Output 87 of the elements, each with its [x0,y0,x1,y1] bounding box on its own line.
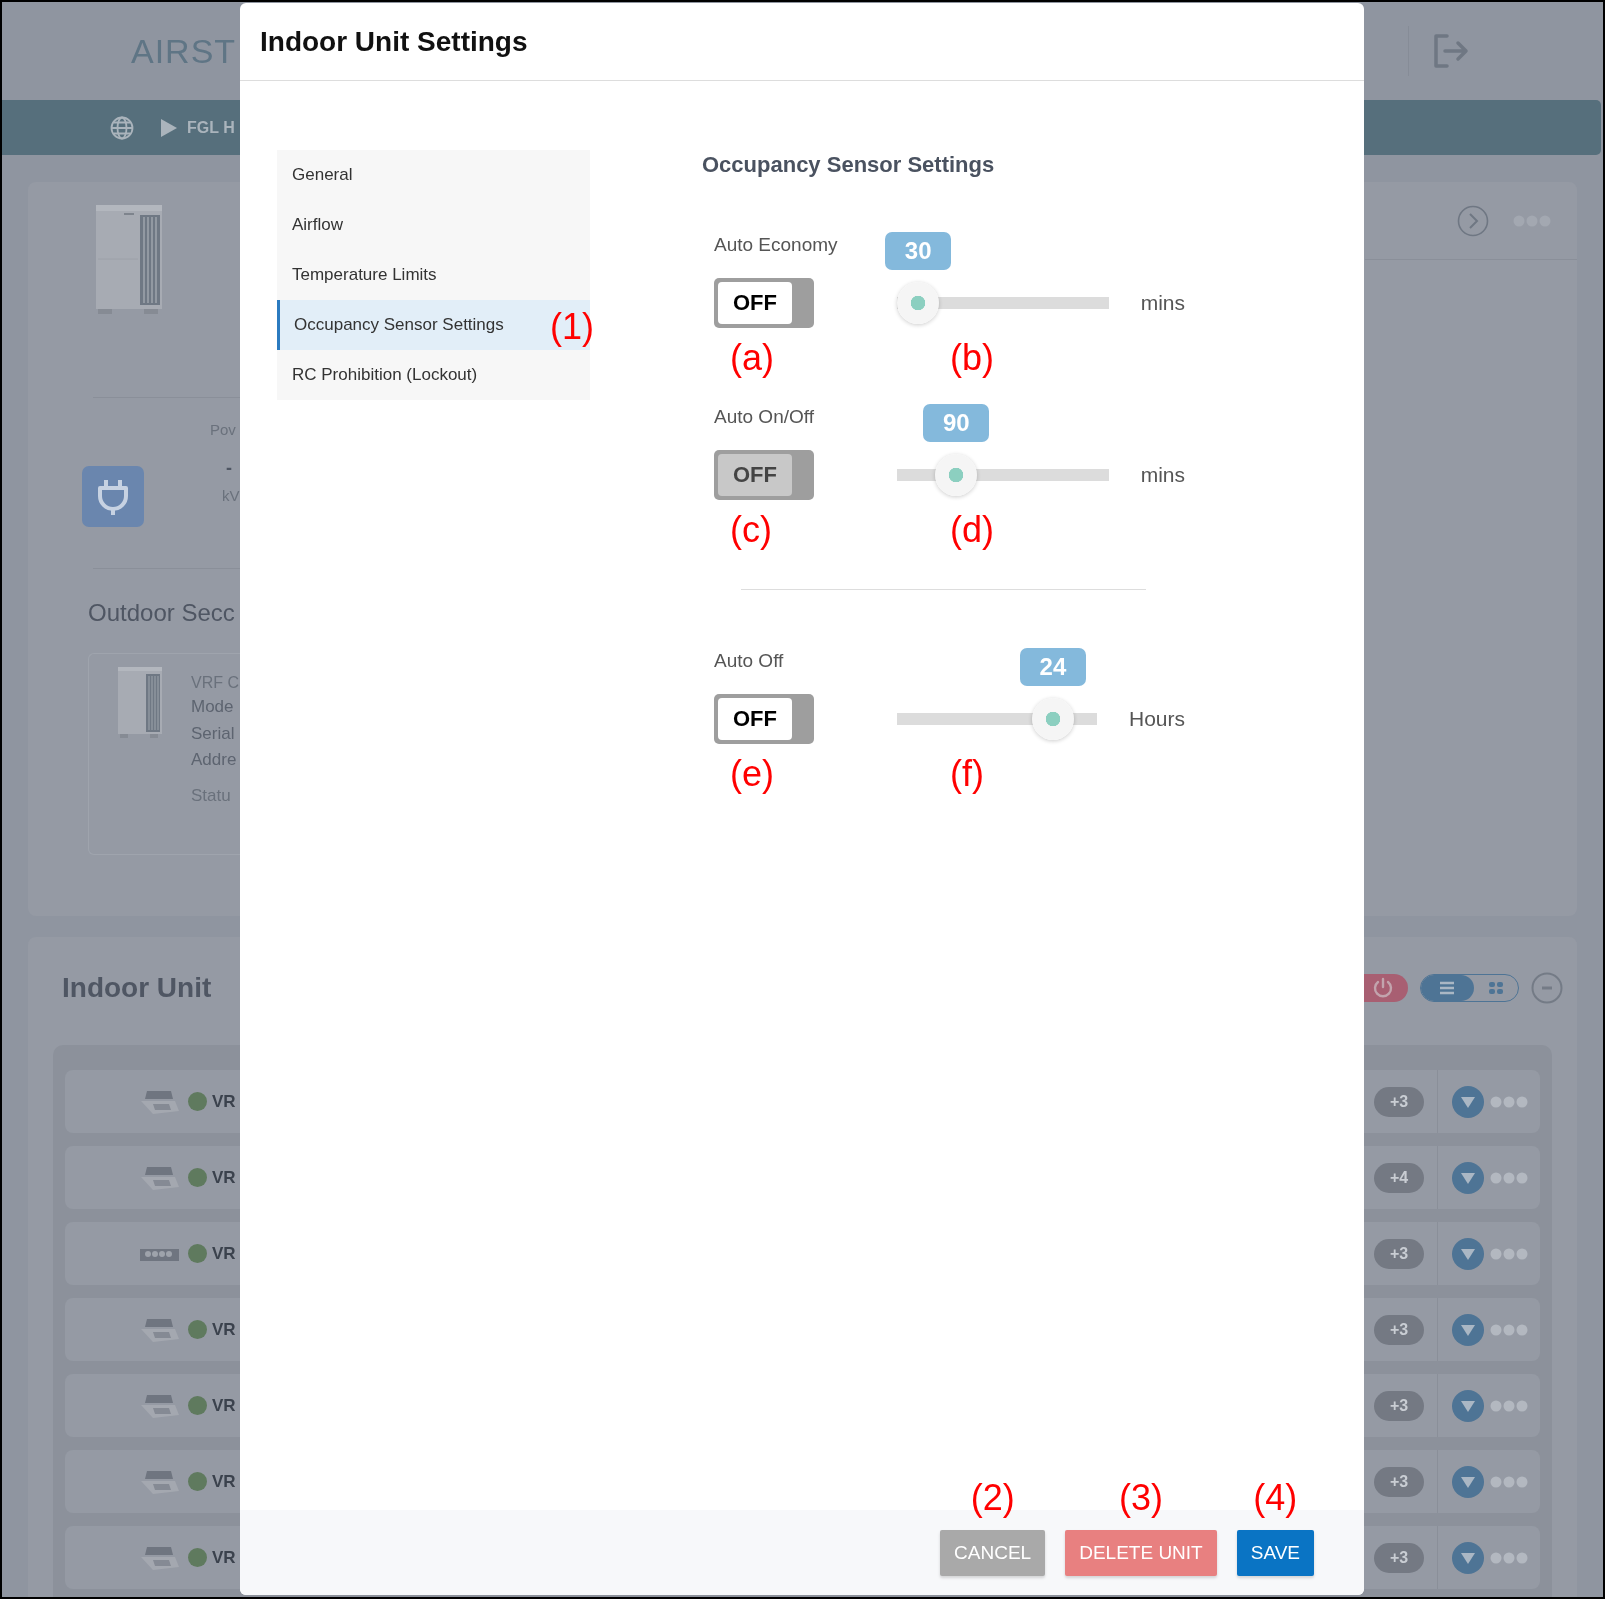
count-badge: +3 [1374,1390,1424,1421]
count-badge: +3 [1374,1314,1424,1345]
dialog-title: Indoor Unit Settings [260,25,528,58]
unit-label: mins [1140,463,1185,487]
cassette-unit-icon [139,1088,180,1115]
unit-name: VR [212,1471,236,1492]
annotation-label: (a) [729,338,775,378]
status-dot [188,1320,207,1339]
menu-item[interactable]: General [277,150,590,200]
section-title: Outdoor Secc [88,599,236,627]
globe-icon[interactable] [110,115,134,140]
unit-name: VR [212,1395,236,1416]
grid-icon [1487,981,1504,995]
status-dot [188,1244,207,1263]
menu-item[interactable]: RC Prohibition (Lockout) [277,350,590,400]
annotation-label: (b) [949,338,995,378]
annotation-label: (3) [1118,1478,1163,1518]
status-dot [188,1472,207,1491]
status-dot [188,1092,207,1111]
save-button[interactable]: SAVE [1236,1530,1314,1576]
annotation-label: (c) [729,510,773,550]
unit-field: Addre [191,747,239,774]
more-icon[interactable] [1490,1171,1528,1184]
value-bubble: 24 [1019,648,1086,686]
unit-name: VR [212,1091,236,1112]
unit-field: Serial [191,720,239,747]
unit-name: VR [212,1167,236,1188]
play-icon [161,118,177,137]
cassette-unit-icon [139,1164,180,1191]
expand-icon[interactable] [1452,1161,1484,1194]
value-bubble: 30 [885,232,952,270]
expand-icon[interactable] [1452,1389,1484,1422]
count-badge: +3 [1374,1542,1424,1573]
more-icon[interactable] [1490,1475,1528,1488]
status-dot [188,1168,207,1187]
plug-icon [82,466,144,527]
setting-label: Auto Off [714,650,784,671]
annotation-label: (d) [949,510,995,550]
unit-name: VR [212,1547,236,1568]
more-icon[interactable] [1490,1095,1528,1108]
expand-icon[interactable] [1452,1465,1484,1498]
annotation-label: (f) [949,754,985,794]
status-dot [188,1548,207,1567]
section-title: Indoor Unit [62,972,212,1004]
cassette-unit-icon [139,1468,180,1495]
expand-icon[interactable] [1452,1237,1484,1270]
setting-label: Auto Economy [714,234,838,255]
count-badge: +3 [1374,1466,1424,1497]
count-badge: +3 [1374,1238,1424,1269]
count-badge: +4 [1374,1162,1424,1193]
list-view-button[interactable] [1421,975,1474,1001]
more-icon[interactable] [1490,1323,1528,1336]
power-value: - [226,458,233,479]
annotation-label: (4) [1253,1478,1298,1518]
cassette-unit-icon [139,1392,180,1419]
expand-icon[interactable] [1452,1541,1484,1574]
logout-icon[interactable] [1433,34,1469,68]
expand-icon[interactable] [1452,1085,1484,1118]
chevron-right-icon[interactable] [1457,204,1489,237]
expand-icon[interactable] [1452,1313,1484,1346]
unit-label: Hours [1128,707,1185,731]
menu-item[interactable]: Airflow [277,200,590,250]
unit-name: VR [212,1319,236,1340]
list-icon [1439,981,1456,995]
slider-thumb[interactable] [1031,698,1074,740]
unit-name: VR [212,1243,236,1264]
cassette-unit-icon [139,1544,180,1571]
power-icon [1372,977,1394,999]
slider-thumb[interactable] [935,454,978,496]
cassette-unit-icon [139,1316,180,1343]
slider-thumb[interactable] [897,282,940,324]
toggle-switch[interactable]: OFF [714,278,814,328]
more-icon[interactable] [1490,1399,1528,1412]
toggle-switch[interactable]: OFF [714,694,814,744]
annotation-label: (2) [970,1478,1015,1518]
setting-label: Auto On/Off [714,406,814,427]
collapse-icon[interactable] [1531,972,1563,1004]
more-icon[interactable] [1490,1247,1528,1260]
value-bubble: 90 [923,404,990,442]
count-badge: +3 [1374,1086,1424,1117]
unit-label: mins [1140,291,1185,315]
status-dot [188,1396,207,1415]
more-icon[interactable] [1490,1551,1528,1564]
section-title: Occupancy Sensor Settings [702,151,996,179]
menu-item[interactable]: Temperature Limits [277,250,590,300]
annotation-label: (e) [729,754,775,794]
unit-field: Mode [191,694,239,721]
